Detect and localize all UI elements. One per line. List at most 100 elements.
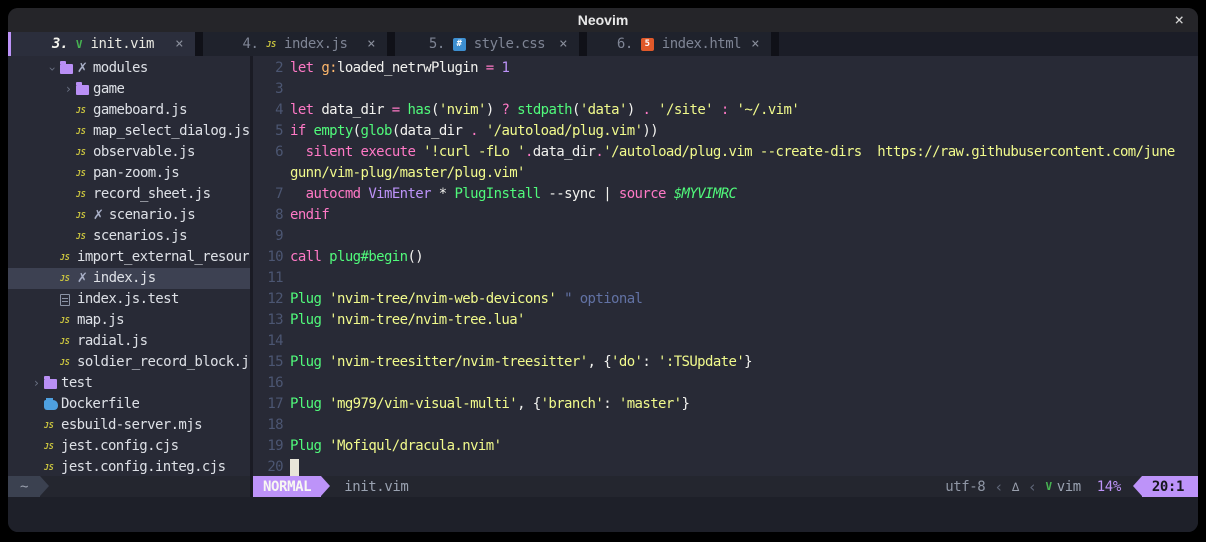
tree-icon-slot: JS <box>76 184 93 205</box>
tree-item[interactable]: JS✗index.js <box>8 268 250 289</box>
tree-icon-slot <box>60 64 77 74</box>
tab-number: 3. <box>52 36 68 52</box>
code-text: autocmd VimEnter * PlugInstall --sync | … <box>290 184 1198 205</box>
code-line[interactable]: 3 <box>253 79 1198 100</box>
code-token <box>321 354 329 370</box>
tree-item-label: scenarios.js <box>93 226 187 247</box>
tree-item[interactable]: JSmap.js <box>8 310 250 331</box>
code-token: ( <box>353 123 361 139</box>
tree-item[interactable]: ›test <box>8 373 250 394</box>
code-line[interactable]: 19Plug 'Mofiqul/dracula.nvim' <box>253 436 1198 457</box>
tree-icon-slot: JS <box>76 142 93 163</box>
code-line[interactable]: 4let data_dir = has('nvim') ? stdpath('d… <box>253 100 1198 121</box>
code-line[interactable]: 20 <box>253 457 1198 476</box>
code-text <box>290 373 1198 394</box>
tab-close-icon[interactable]: × <box>751 36 759 52</box>
code-token: = <box>486 60 494 76</box>
tab-init.vim[interactable]: 3.Vinit.vim× <box>11 32 195 56</box>
folder-icon <box>44 379 57 389</box>
code-token: Plug <box>290 312 321 328</box>
code-line[interactable]: 8endif <box>253 205 1198 226</box>
code-token: 'data' <box>580 102 627 118</box>
line-number: 20 <box>253 457 283 476</box>
code-line[interactable]: 5if empty(glob(data_dir . '/autoload/plu… <box>253 121 1198 142</box>
html-icon: 5 <box>641 38 654 51</box>
window-close-icon[interactable]: × <box>1174 8 1184 32</box>
tree-item-label: index.js.test <box>77 289 179 310</box>
tree-item[interactable]: JSsoldier_record_block.j <box>8 352 250 373</box>
tree-item[interactable]: JSradial.js <box>8 331 250 352</box>
code-line[interactable]: 11 <box>253 268 1198 289</box>
code-token: 'nvim-tree/nvim-web-devicons' <box>329 291 556 307</box>
code-line[interactable]: 2let g:loaded_netrwPlugin = 1 <box>253 58 1198 79</box>
powerline-arrow-icon <box>1133 476 1142 496</box>
tab-close-icon[interactable]: × <box>367 36 375 52</box>
code-line[interactable]: 14 <box>253 331 1198 352</box>
tree-item[interactable]: index.js.test <box>8 289 250 310</box>
tree-item[interactable]: JS✗scenario.js <box>8 205 250 226</box>
tabs-container: 3.Vinit.vim×4.JSindex.js×5.#style.css×6.… <box>11 32 779 56</box>
tree-item-label: observable.js <box>93 142 195 163</box>
editor-buffer[interactable]: 2let g:loaded_netrwPlugin = 134let data_… <box>253 56 1198 476</box>
code-token: } <box>744 354 752 370</box>
code-line[interactable]: 7 autocmd VimEnter * PlugInstall --sync … <box>253 184 1198 205</box>
tree-item[interactable]: JSjest.config.cjs <box>8 436 250 457</box>
code-line[interactable]: 13Plug 'nvim-tree/nvim-tree.lua' <box>253 310 1198 331</box>
file-icon <box>60 294 70 306</box>
tree-item[interactable]: JSmap_select_dialog.js <box>8 121 250 142</box>
tree-item[interactable]: JSrecord_sheet.js <box>8 184 250 205</box>
code-line[interactable]: 16 <box>253 373 1198 394</box>
js-icon: JS <box>60 352 70 373</box>
tree-item-label: game <box>93 79 124 100</box>
tree-item[interactable]: JSobservable.js <box>8 142 250 163</box>
code-token: loaded_netrwPlugin <box>337 60 486 76</box>
code-line[interactable]: 6 silent execute '!curl -fLo '.data_dir.… <box>253 142 1198 163</box>
code-token <box>321 291 329 307</box>
tree-item[interactable]: JSgameboard.js <box>8 100 250 121</box>
code-line[interactable]: 12Plug 'nvim-tree/nvim-web-devicons' " o… <box>253 289 1198 310</box>
code-line[interactable]: 18 <box>253 415 1198 436</box>
code-text: Plug 'nvim-tree/nvim-web-devicons' " opt… <box>290 289 1198 310</box>
tree-item[interactable]: Dockerfile <box>8 394 250 415</box>
tree-item[interactable]: JSesbuild-server.mjs <box>8 415 250 436</box>
tree-item[interactable]: › game <box>8 79 250 100</box>
tree-item[interactable]: JSscenarios.js <box>8 226 250 247</box>
code-token <box>729 102 737 118</box>
code-line[interactable]: gunn/vim-plug/master/plug.vim' <box>253 163 1198 184</box>
code-line[interactable]: 9 <box>253 226 1198 247</box>
tree-item[interactable]: JSpan-zoom.js <box>8 163 250 184</box>
chevron-right-icon[interactable]: › <box>28 373 44 394</box>
command-line[interactable] <box>8 497 1198 532</box>
code-line[interactable]: 15Plug 'nvim-treesitter/nvim-treesitter'… <box>253 352 1198 373</box>
code-token <box>321 312 329 328</box>
code-token: 'mg979/vim-visual-multi' <box>329 396 517 412</box>
chevron-left-icon: ‹ <box>1028 478 1037 496</box>
tab-index.js[interactable]: 4.JSindex.js× <box>203 32 387 56</box>
cursor-position-label: 20:1 <box>1142 476 1198 497</box>
code-token <box>478 123 486 139</box>
tab-index.html[interactable]: 6.5index.html× <box>587 32 771 56</box>
code-token: data_dir <box>400 123 470 139</box>
code-token <box>666 186 674 202</box>
code-token: '/autoload/plug.vim' <box>486 123 643 139</box>
file-tree-panel[interactable]: ›✗modules›gameJSgameboard.jsJSmap_select… <box>8 56 250 476</box>
js-icon: JS <box>266 40 276 49</box>
code-line[interactable]: 17Plug 'mg979/vim-visual-multi', {'branc… <box>253 394 1198 415</box>
code-token <box>321 396 329 412</box>
tree-item[interactable]: ›✗modules <box>8 58 250 79</box>
code-token: let <box>290 102 314 118</box>
code-token: ( <box>392 123 400 139</box>
tab-close-icon[interactable]: × <box>559 36 567 52</box>
js-icon: JS <box>76 100 86 121</box>
tab-number: 4. <box>243 36 259 52</box>
code-token: . <box>525 144 533 160</box>
code-token: data_dir <box>314 102 392 118</box>
tree-item[interactable]: JSimport_external_resour <box>8 247 250 268</box>
tab-style.css[interactable]: 5.#style.css× <box>395 32 579 56</box>
tree-item[interactable]: JSjest.config.integ.cjs <box>8 457 250 476</box>
tree-icon-slot: JS <box>76 163 93 184</box>
chevron-right-icon[interactable]: › <box>60 79 76 100</box>
git-status-icon: ✗ <box>93 205 104 226</box>
code-line[interactable]: 10call plug#begin() <box>253 247 1198 268</box>
tab-close-icon[interactable]: × <box>175 36 183 52</box>
